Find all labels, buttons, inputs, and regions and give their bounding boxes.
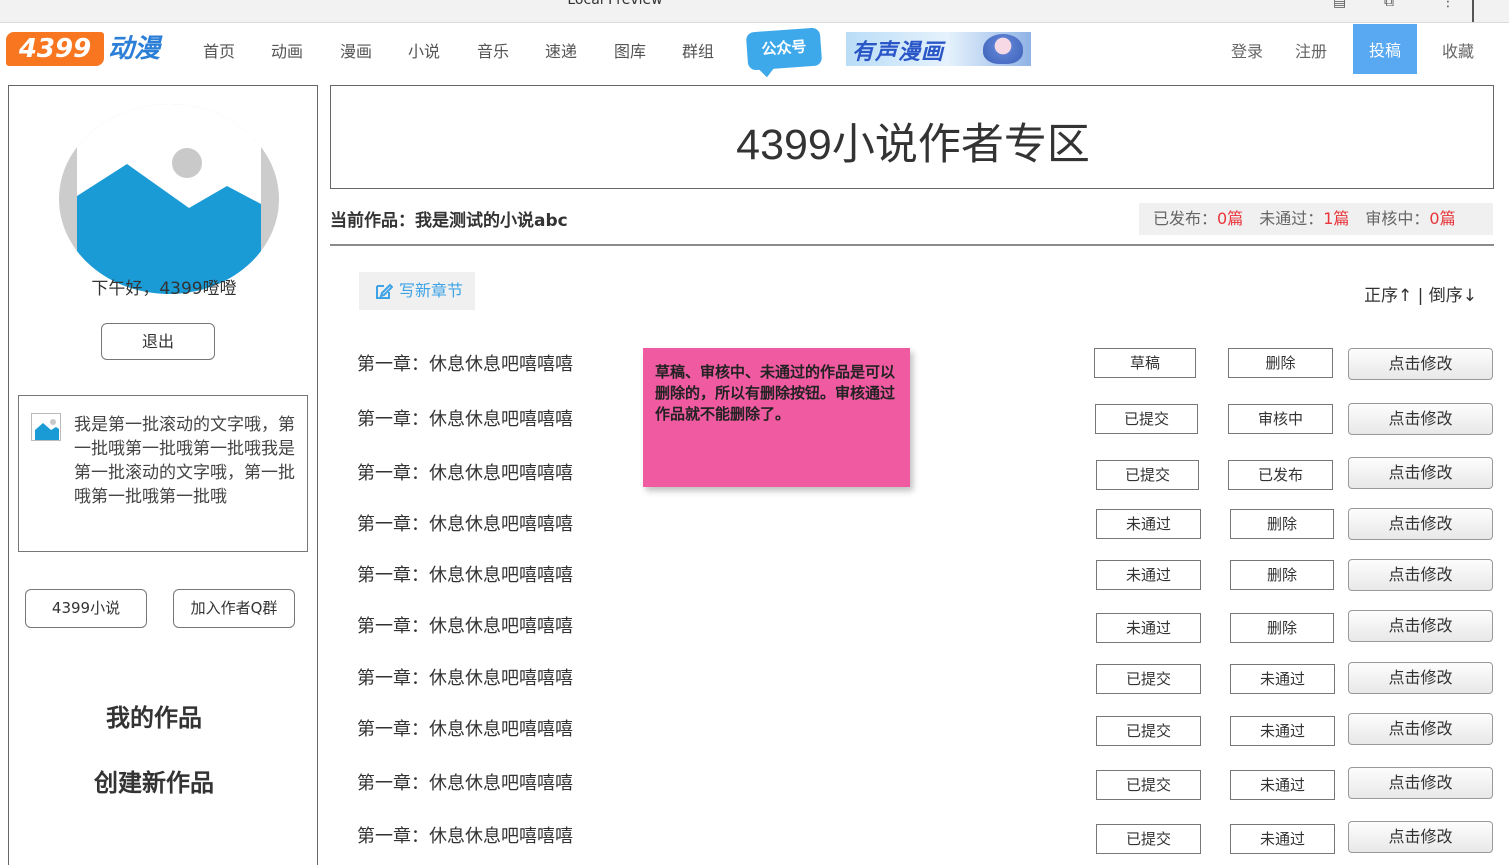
chapter-title[interactable]: 第一章：休息休息吧嘻嘻嘻 — [357, 561, 573, 587]
chapter-stats: 已发布：0篇 未通过：1篇 审核中：0篇 — [1139, 203, 1493, 235]
edit-chapter-button[interactable]: 点击修改 — [1348, 662, 1493, 694]
nav-item-music[interactable]: 音乐 — [477, 38, 509, 62]
status-button[interactable]: 未通过 — [1096, 613, 1201, 643]
chapter-title[interactable]: 第一章：休息休息吧嘻嘻嘻 — [357, 612, 573, 638]
chapter-title[interactable]: 第一章：休息休息吧嘻嘻嘻 — [357, 510, 573, 536]
novel-site-button[interactable]: 4399小说 — [25, 589, 147, 628]
document-icon[interactable]: ▤ — [1333, 0, 1346, 10]
edit-chapter-button[interactable]: 点击修改 — [1348, 508, 1493, 540]
action-button[interactable]: 删除 — [1230, 613, 1334, 643]
edit-chapter-button[interactable]: 点击修改 — [1348, 610, 1493, 642]
greeting-text: 下午好，4399噔噔 — [91, 279, 237, 299]
section-divider — [330, 244, 1494, 246]
image-icon — [31, 413, 61, 441]
more-icon[interactable]: ⋮ — [1441, 0, 1455, 10]
status-button[interactable]: 已提交 — [1096, 716, 1201, 746]
chapter-title[interactable]: 第一章：休息休息吧嘻嘻嘻 — [357, 459, 573, 485]
page-title: 4399小说作者专区 — [736, 121, 1090, 169]
edit-chapter-button[interactable]: 点击修改 — [1348, 348, 1493, 380]
nav-item-comics[interactable]: 漫画 — [340, 38, 372, 62]
banner-text: 有声漫画 — [852, 40, 945, 65]
current-work: 当前作品：我是测试的小说abc — [330, 206, 568, 231]
current-work-label: 当前作品： — [330, 211, 415, 231]
scrolling-notice-text: 我是第一批滚动的文字哦，第一批哦第一批哦第一批哦我是第一批滚动的文字哦，第一批哦… — [74, 415, 295, 507]
chapter-title[interactable]: 第一章：休息休息吧嘻嘻嘻 — [357, 350, 573, 376]
sort-toggle[interactable]: 正序↑ | 倒序↓ — [1364, 281, 1477, 306]
scrolling-notice: 我是第一批滚动的文字哦，第一批哦第一批哦第一批哦我是第一批滚动的文字哦，第一批哦… — [18, 395, 308, 552]
action-button[interactable]: 未通过 — [1230, 824, 1335, 854]
audio-comics-banner[interactable]: 有声漫画 — [846, 32, 1031, 66]
edit-chapter-button[interactable]: 点击修改 — [1348, 559, 1493, 591]
edit-icon — [376, 283, 393, 299]
action-button[interactable]: 审核中 — [1228, 404, 1333, 434]
action-button[interactable]: 删除 — [1228, 348, 1333, 378]
chapter-title[interactable]: 第一章：休息休息吧嘻嘻嘻 — [357, 664, 573, 690]
nav-item-express[interactable]: 速递 — [545, 38, 577, 62]
edit-chapter-button[interactable]: 点击修改 — [1348, 767, 1493, 799]
status-button[interactable]: 未通过 — [1096, 509, 1201, 539]
window-title: Local Preview — [567, 0, 663, 8]
site-logo[interactable]: 4399 动漫 — [6, 32, 164, 66]
write-new-chapter-button[interactable]: 写新章节 — [359, 272, 475, 310]
published-count: 0篇 — [1217, 209, 1244, 228]
nav-item-gallery[interactable]: 图库 — [614, 38, 646, 62]
action-button[interactable]: 未通过 — [1230, 664, 1335, 694]
annotation-sticky-note: 草稿、审核中、未通过的作品是可以删除的，所以有删除按钮。审核通过作品就不能删除了… — [643, 348, 910, 487]
status-button[interactable]: 已提交 — [1096, 770, 1201, 800]
nav-item-animation[interactable]: 动画 — [271, 38, 303, 62]
browser-title-bar: Local Preview ▤ ⧉ ⋮ — [0, 0, 1509, 23]
edit-chapter-button[interactable]: 点击修改 — [1348, 457, 1493, 489]
status-button[interactable]: 已提交 — [1095, 404, 1198, 434]
logo-text: 动漫 — [108, 34, 161, 64]
rejected-label: 未通过： — [1259, 209, 1324, 228]
avatar[interactable] — [59, 104, 279, 294]
my-works-link[interactable]: 我的作品 — [9, 698, 299, 733]
action-button[interactable]: 未通过 — [1230, 716, 1335, 746]
reviewing-label: 审核中： — [1365, 209, 1430, 228]
favorites-link[interactable]: 收藏 — [1442, 38, 1474, 62]
login-link[interactable]: 登录 — [1231, 38, 1263, 62]
chapter-title[interactable]: 第一章：休息休息吧嘻嘻嘻 — [357, 769, 573, 795]
create-new-work-link[interactable]: 创建新作品 — [9, 763, 299, 798]
edit-chapter-button[interactable]: 点击修改 — [1348, 403, 1493, 435]
nav-item-home[interactable]: 首页 — [203, 38, 235, 62]
export-icon[interactable]: ⧉ — [1384, 0, 1394, 10]
logout-button[interactable]: 退出 — [101, 323, 215, 360]
status-button[interactable]: 未通过 — [1096, 560, 1201, 590]
chapter-title[interactable]: 第一章：休息休息吧嘻嘻嘻 — [357, 715, 573, 741]
chapter-title[interactable]: 第一章：休息休息吧嘻嘻嘻 — [357, 405, 573, 431]
character-illustration — [983, 34, 1023, 64]
register-link[interactable]: 注册 — [1295, 38, 1327, 62]
status-button[interactable]: 已提交 — [1096, 460, 1199, 490]
write-new-chapter-label: 写新章节 — [399, 281, 464, 300]
page-header: 4399小说作者专区 — [330, 85, 1494, 189]
edit-chapter-button[interactable]: 点击修改 — [1348, 713, 1493, 745]
status-button[interactable]: 已提交 — [1096, 824, 1201, 854]
logo-number: 4399 — [6, 32, 104, 66]
official-account-badge[interactable]: 公众号 — [745, 27, 823, 71]
action-button[interactable]: 已发布 — [1228, 460, 1333, 490]
current-work-name: 我是测试的小说abc — [415, 211, 568, 231]
published-label: 已发布： — [1153, 209, 1218, 228]
submit-button[interactable]: 投稿 — [1353, 24, 1417, 74]
status-button[interactable]: 草稿 — [1094, 348, 1196, 378]
nav-item-groups[interactable]: 群组 — [682, 38, 714, 62]
top-navigation: 4399 动漫 首页 动画 漫画 小说 音乐 速递 图库 群组 公众号 有声漫画… — [0, 24, 1509, 76]
nav-item-novels[interactable]: 小说 — [408, 38, 440, 62]
sidebar: 下午好，4399噔噔 退出 我是第一批滚动的文字哦，第一批哦第一批哦第一批哦我是… — [8, 85, 318, 865]
join-author-group-button[interactable]: 加入作者Q群 — [173, 589, 295, 628]
action-button[interactable]: 未通过 — [1230, 770, 1335, 800]
action-button[interactable]: 删除 — [1230, 560, 1334, 590]
title-bar-divider — [1472, 0, 1474, 22]
chapter-title[interactable]: 第一章：休息休息吧嘻嘻嘻 — [357, 822, 573, 848]
status-button[interactable]: 已提交 — [1096, 664, 1201, 694]
action-button[interactable]: 删除 — [1230, 509, 1334, 539]
edit-chapter-button[interactable]: 点击修改 — [1348, 821, 1493, 853]
reviewing-count: 0篇 — [1429, 209, 1456, 228]
rejected-count: 1篇 — [1323, 209, 1350, 228]
